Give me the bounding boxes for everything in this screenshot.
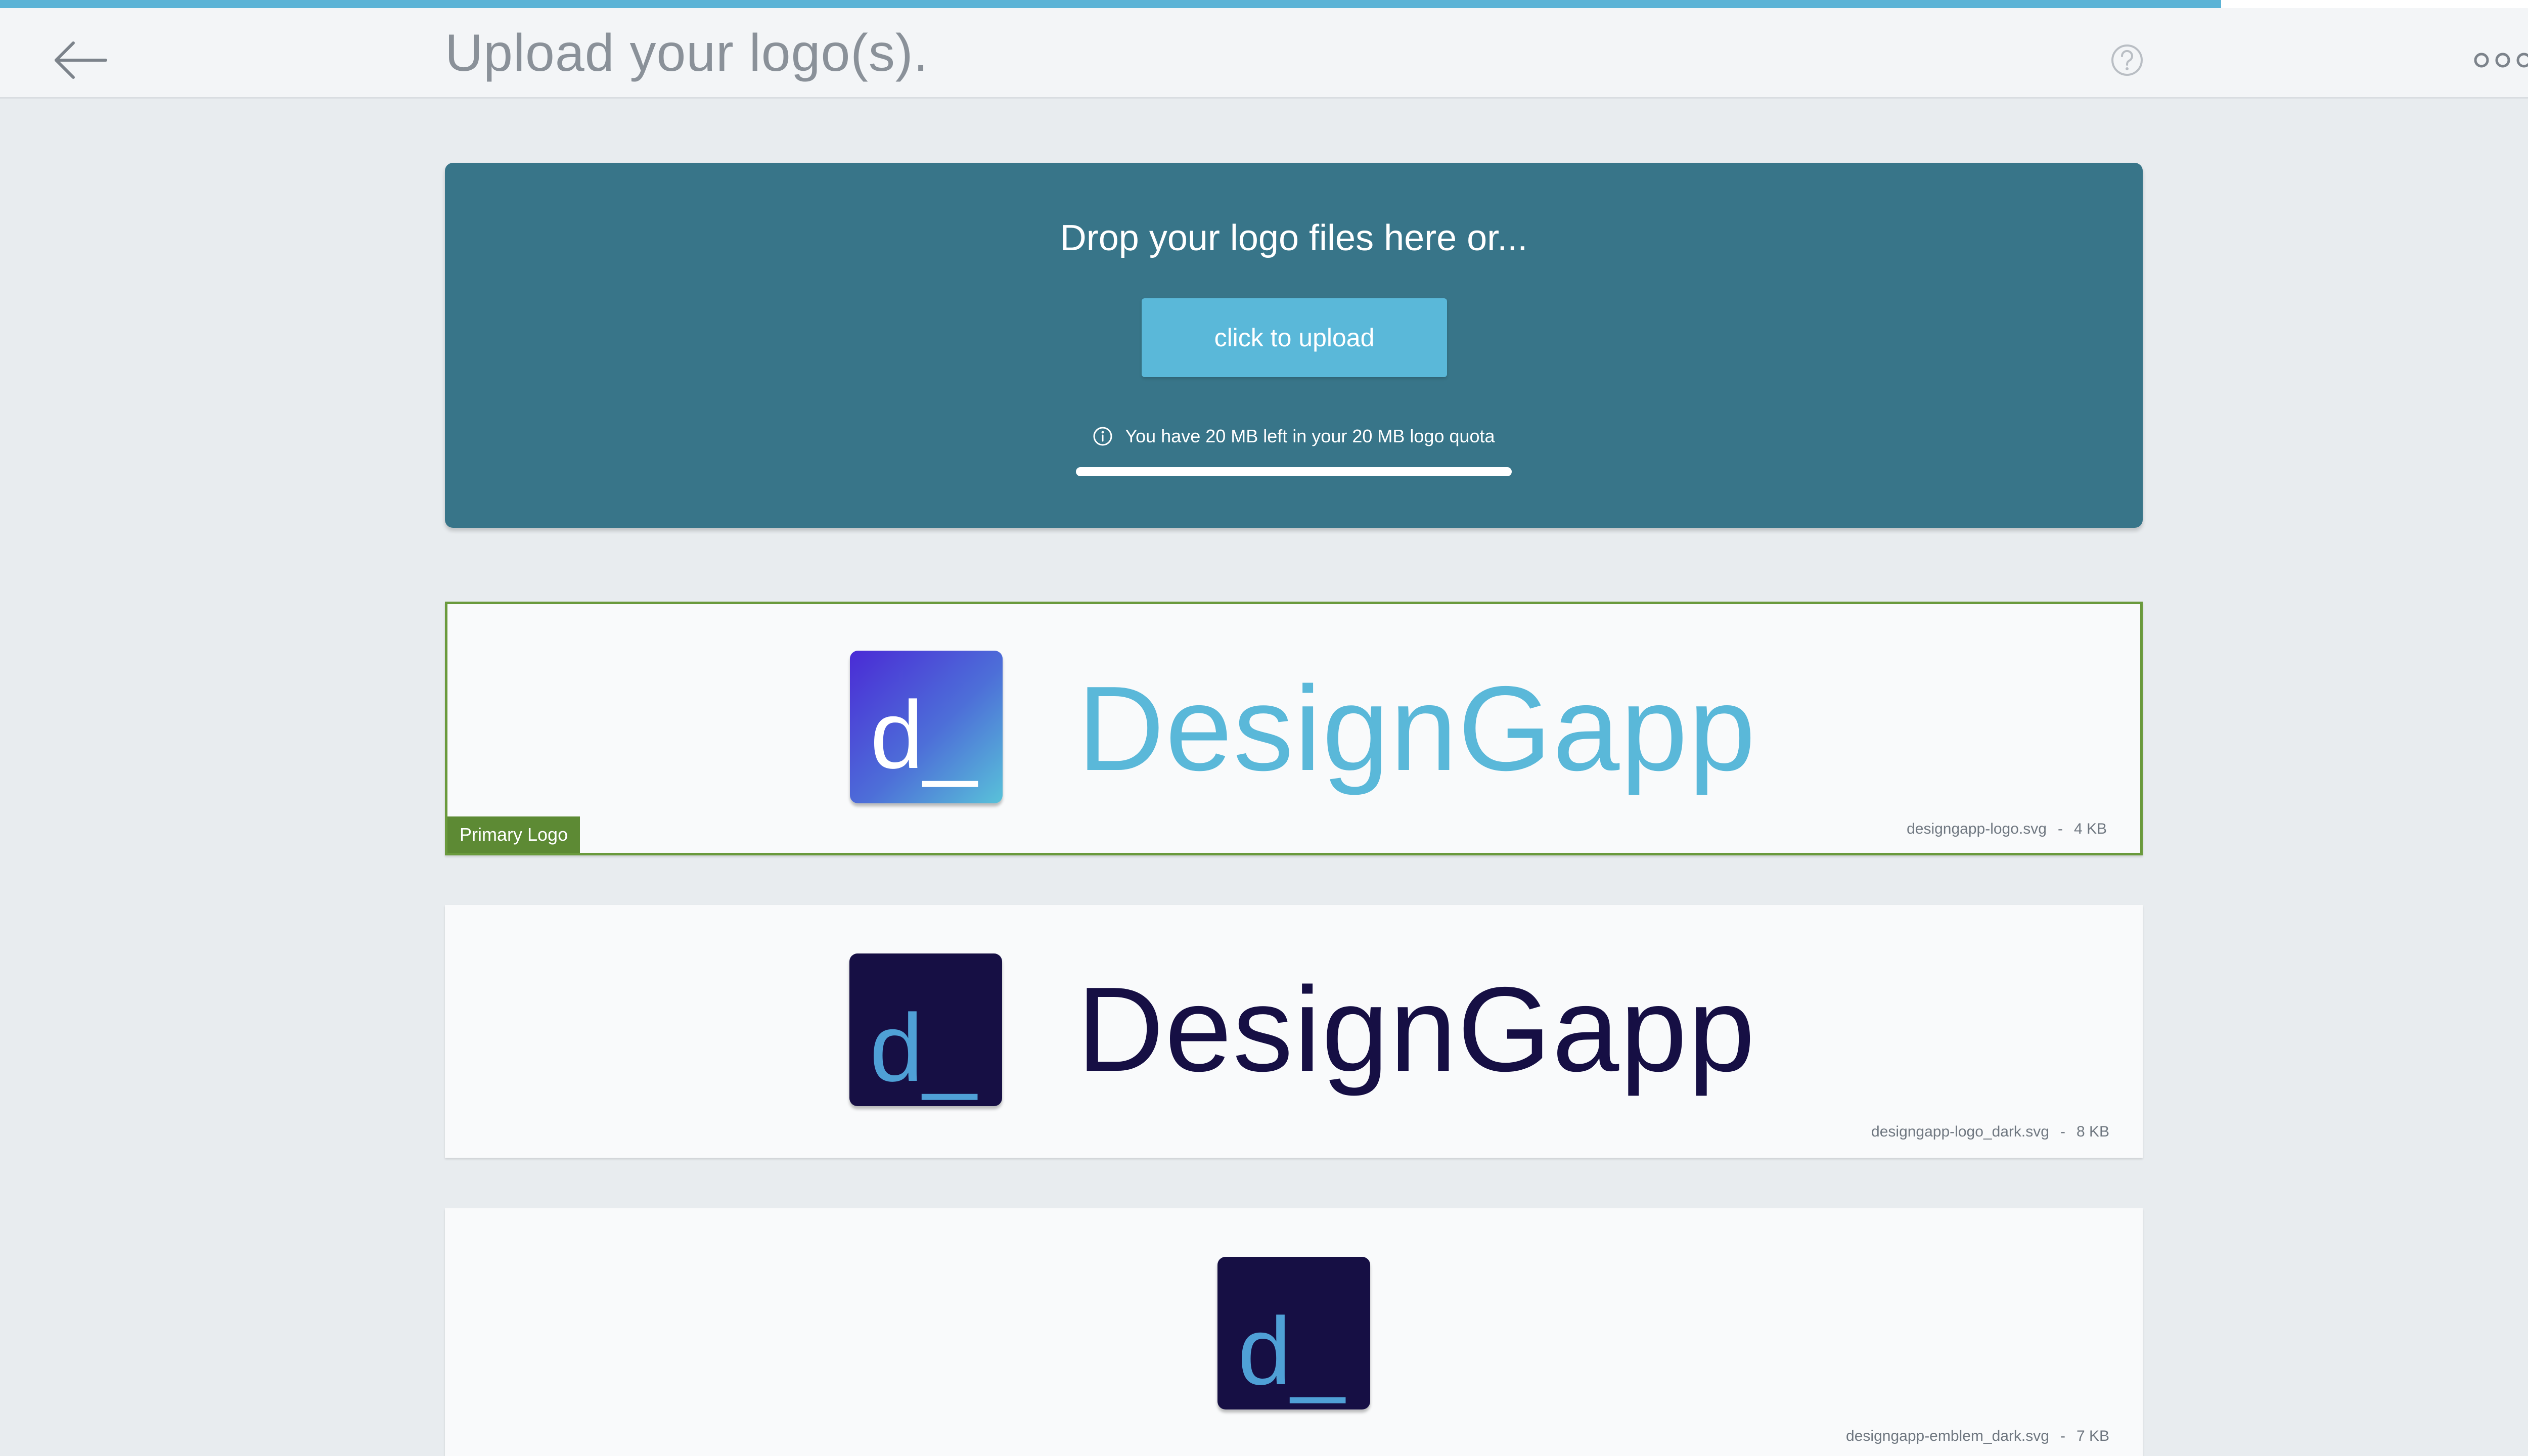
file-size: 8 KB	[2076, 1123, 2109, 1140]
question-circle-icon	[2111, 44, 2143, 76]
file-separator: -	[2057, 821, 2063, 837]
back-button[interactable]	[51, 32, 111, 88]
quota-text: You have 20 MB left in your 20 MB logo q…	[1125, 426, 1495, 446]
file-size: 4 KB	[2073, 821, 2107, 837]
file-name: designgapp-logo_dark.svg	[1871, 1123, 2049, 1140]
file-name: designgapp-logo.svg	[1907, 821, 2047, 837]
upload-button[interactable]: click to upload	[1142, 298, 1447, 377]
more-horizontal-icon	[2474, 53, 2528, 68]
help-button[interactable]	[2110, 43, 2144, 77]
logo-card[interactable]: d_ designgapp-emblem_dark.svg - 7 KB	[445, 1208, 2143, 1456]
file-separator: -	[2060, 1123, 2065, 1140]
info-icon	[1093, 427, 1112, 446]
logo-emblem: d_	[849, 953, 1002, 1106]
file-name: designgapp-emblem_dark.svg	[1846, 1428, 2049, 1444]
header-bar: Upload your logo(s).	[0, 8, 2528, 99]
file-info: designgapp-logo_dark.svg - 8 KB	[1871, 1123, 2109, 1141]
emblem-letter: d_	[870, 681, 978, 789]
file-separator: -	[2060, 1428, 2065, 1444]
logo-emblem: d_	[1217, 1257, 1370, 1409]
quota-info: You have 20 MB left in your 20 MB logo q…	[445, 426, 2143, 447]
file-info: designgapp-logo.svg - 4 KB	[1907, 821, 2107, 838]
arrow-left-icon	[55, 41, 107, 79]
logo-wordmark: DesignGapp	[1077, 963, 1756, 1097]
dropzone-prompt: Drop your logo files here or...	[1060, 218, 1528, 258]
page-title: Upload your logo(s).	[445, 24, 929, 82]
page-progress-bar	[0, 0, 2528, 8]
logo-card[interactable]: d_ DesignGapp designgapp-logo_dark.svg -…	[445, 905, 2143, 1158]
emblem-letter: d_	[1238, 1298, 1346, 1405]
file-size: 7 KB	[2076, 1428, 2109, 1444]
logo-dropzone[interactable]: Drop your logo files here or... click to…	[445, 163, 2143, 528]
primary-logo-badge: Primary Logo	[447, 816, 580, 853]
file-info: designgapp-emblem_dark.svg - 7 KB	[1846, 1428, 2109, 1445]
page-progress-fill	[0, 0, 2221, 8]
logo-emblem: d_	[850, 651, 1003, 803]
logo-wordmark: DesignGapp	[1077, 662, 1757, 796]
quota-progress-bar	[1076, 467, 1512, 476]
more-options-button[interactable]	[2472, 48, 2528, 73]
emblem-letter: d_	[870, 994, 978, 1102]
logo-card-primary[interactable]: d_ DesignGapp designgapp-logo.svg - 4 KB…	[445, 602, 2143, 855]
